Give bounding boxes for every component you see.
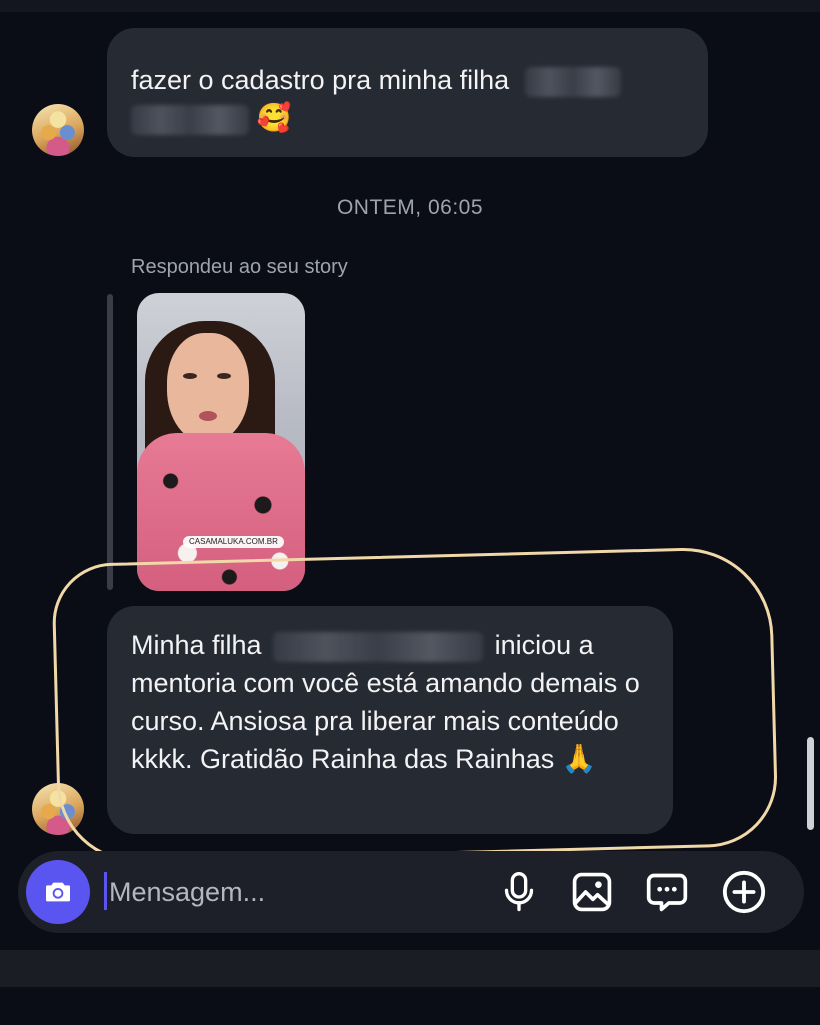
reply-indicator-bar bbox=[107, 294, 113, 590]
camera-icon bbox=[46, 882, 70, 902]
message-text-start: Minha filha bbox=[131, 630, 262, 660]
folded-hands-emoji: 🙏 bbox=[561, 743, 597, 774]
story-watermark-tag: CASAMALUKA.COM.BR bbox=[183, 536, 284, 548]
plus-circle-icon bbox=[722, 870, 766, 914]
microphone-button[interactable] bbox=[493, 866, 545, 918]
gallery-button[interactable] bbox=[566, 866, 618, 918]
story-figure-robe bbox=[137, 433, 305, 591]
sender-avatar[interactable] bbox=[32, 104, 84, 156]
story-thumbnail[interactable]: CASAMALUKA.COM.BR bbox=[137, 293, 305, 591]
add-button[interactable] bbox=[718, 866, 770, 918]
text-cursor bbox=[104, 872, 107, 910]
camera-button[interactable] bbox=[26, 860, 90, 924]
bottom-strip bbox=[0, 950, 820, 987]
image-icon bbox=[572, 872, 612, 912]
message-input[interactable] bbox=[109, 868, 489, 916]
message-bubble-2[interactable]: Minha filha iniciou a mentoria com você … bbox=[107, 606, 673, 834]
story-reply-label: Respondeu ao seu story bbox=[131, 256, 348, 278]
smiling-face-hearts-emoji: 🥰 bbox=[256, 102, 292, 133]
chat-bubble-icon bbox=[646, 873, 688, 912]
scrollbar[interactable] bbox=[807, 737, 814, 830]
sticker-button[interactable] bbox=[641, 866, 693, 918]
message-text: fazer o cadastro pra minha filha bbox=[131, 65, 510, 95]
top-status-strip bbox=[0, 0, 820, 12]
microphone-icon bbox=[504, 872, 534, 912]
sender-avatar[interactable] bbox=[32, 783, 84, 835]
message-timestamp: ONTEM, 06:05 bbox=[336, 196, 484, 219]
redacted-name bbox=[524, 66, 621, 97]
story-figure-face bbox=[167, 333, 249, 443]
redacted-name bbox=[131, 104, 249, 135]
redacted-name bbox=[273, 631, 484, 662]
message-bubble-1[interactable]: fazer o cadastro pra minha filha 🥰 bbox=[107, 28, 708, 157]
